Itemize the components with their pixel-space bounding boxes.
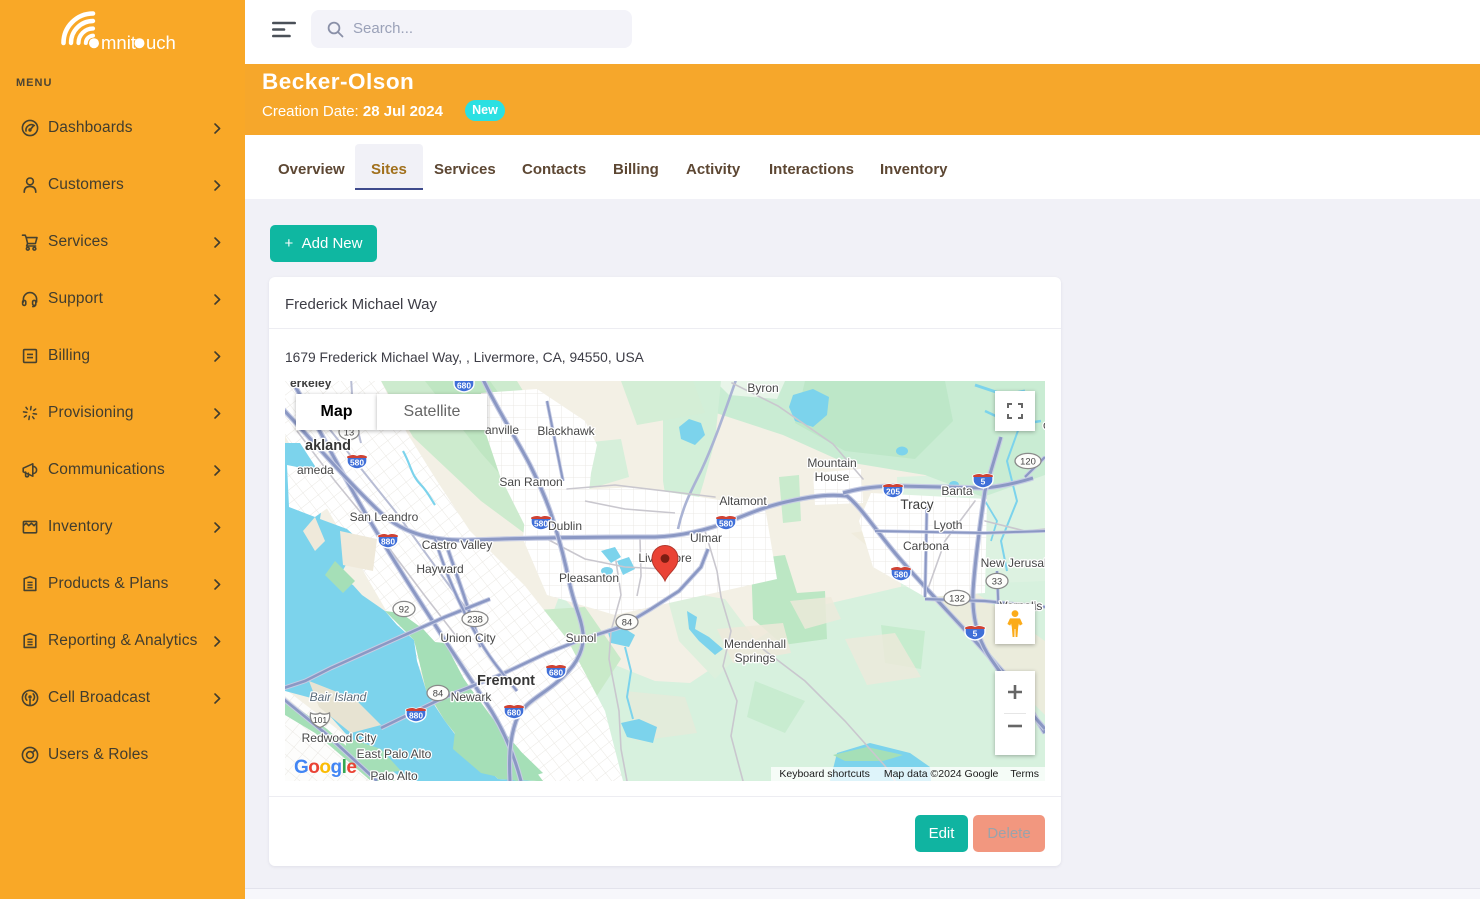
svg-text:238: 238 xyxy=(467,614,483,625)
svg-text:Dublin: Dublin xyxy=(548,519,582,533)
svg-text:580: 580 xyxy=(534,519,548,529)
svg-text:East Palo Alto: East Palo Alto xyxy=(357,747,432,761)
svg-text:Palo Alto: Palo Alto xyxy=(370,769,418,781)
svg-text:Newark: Newark xyxy=(451,690,493,704)
svg-text:580: 580 xyxy=(719,519,733,529)
svg-text:Pleasanton: Pleasanton xyxy=(559,571,619,585)
svg-text:New Jerusalem: New Jerusalem xyxy=(981,556,1045,570)
svg-text:Mendenhall: Mendenhall xyxy=(724,637,786,651)
svg-text:680: 680 xyxy=(507,708,521,718)
svg-text:Lyoth: Lyoth xyxy=(934,518,963,532)
svg-text:Castro Valley: Castro Valley xyxy=(422,538,492,552)
svg-text:Union City: Union City xyxy=(440,631,495,645)
svg-text:Byron: Byron xyxy=(747,381,778,395)
svg-text:San Leandro: San Leandro xyxy=(350,510,419,524)
svg-text:uch: uch xyxy=(146,32,176,51)
svg-text:Mountain: Mountain xyxy=(807,456,856,470)
svg-text:erkeley: erkeley xyxy=(290,381,332,390)
svg-text:Banta: Banta xyxy=(941,484,973,498)
svg-text:Springs: Springs xyxy=(735,651,776,665)
svg-text:anville: anville xyxy=(485,423,519,437)
svg-text:House: House xyxy=(815,470,850,484)
svg-text:580: 580 xyxy=(894,570,908,580)
svg-text:132: 132 xyxy=(949,593,965,604)
svg-text:205: 205 xyxy=(886,487,900,497)
svg-text:Ulmar: Ulmar xyxy=(690,531,722,545)
svg-text:680: 680 xyxy=(549,668,563,678)
svg-text:mnit: mnit xyxy=(101,32,136,51)
svg-text:120: 120 xyxy=(1020,456,1036,467)
svg-text:92: 92 xyxy=(399,604,409,615)
svg-text:101: 101 xyxy=(313,715,328,725)
svg-text:Carbona: Carbona xyxy=(903,539,949,553)
svg-text:5: 5 xyxy=(981,477,986,487)
svg-text:op: op xyxy=(1043,418,1045,432)
svg-text:Fremont: Fremont xyxy=(477,673,535,689)
svg-text:akland: akland xyxy=(305,438,351,454)
svg-text:5: 5 xyxy=(973,629,978,639)
svg-text:84: 84 xyxy=(622,617,632,628)
svg-text:880: 880 xyxy=(381,537,395,547)
svg-text:680: 680 xyxy=(457,381,471,391)
svg-text:San Ramon: San Ramon xyxy=(499,475,562,489)
svg-text:84: 84 xyxy=(433,688,443,699)
svg-text:580: 580 xyxy=(350,458,364,468)
svg-text:Tracy: Tracy xyxy=(900,497,933,512)
svg-text:Hayward: Hayward xyxy=(416,562,463,576)
svg-text:Altamont: Altamont xyxy=(719,494,767,508)
svg-text:Redwood City: Redwood City xyxy=(302,731,377,745)
svg-text:Bair Island: Bair Island xyxy=(310,690,367,704)
svg-text:Sunol: Sunol xyxy=(566,631,597,645)
svg-text:880: 880 xyxy=(409,711,423,721)
svg-text:33: 33 xyxy=(992,576,1002,587)
svg-text:Blackhawk: Blackhawk xyxy=(537,424,595,438)
svg-text:ameda: ameda xyxy=(297,463,334,477)
